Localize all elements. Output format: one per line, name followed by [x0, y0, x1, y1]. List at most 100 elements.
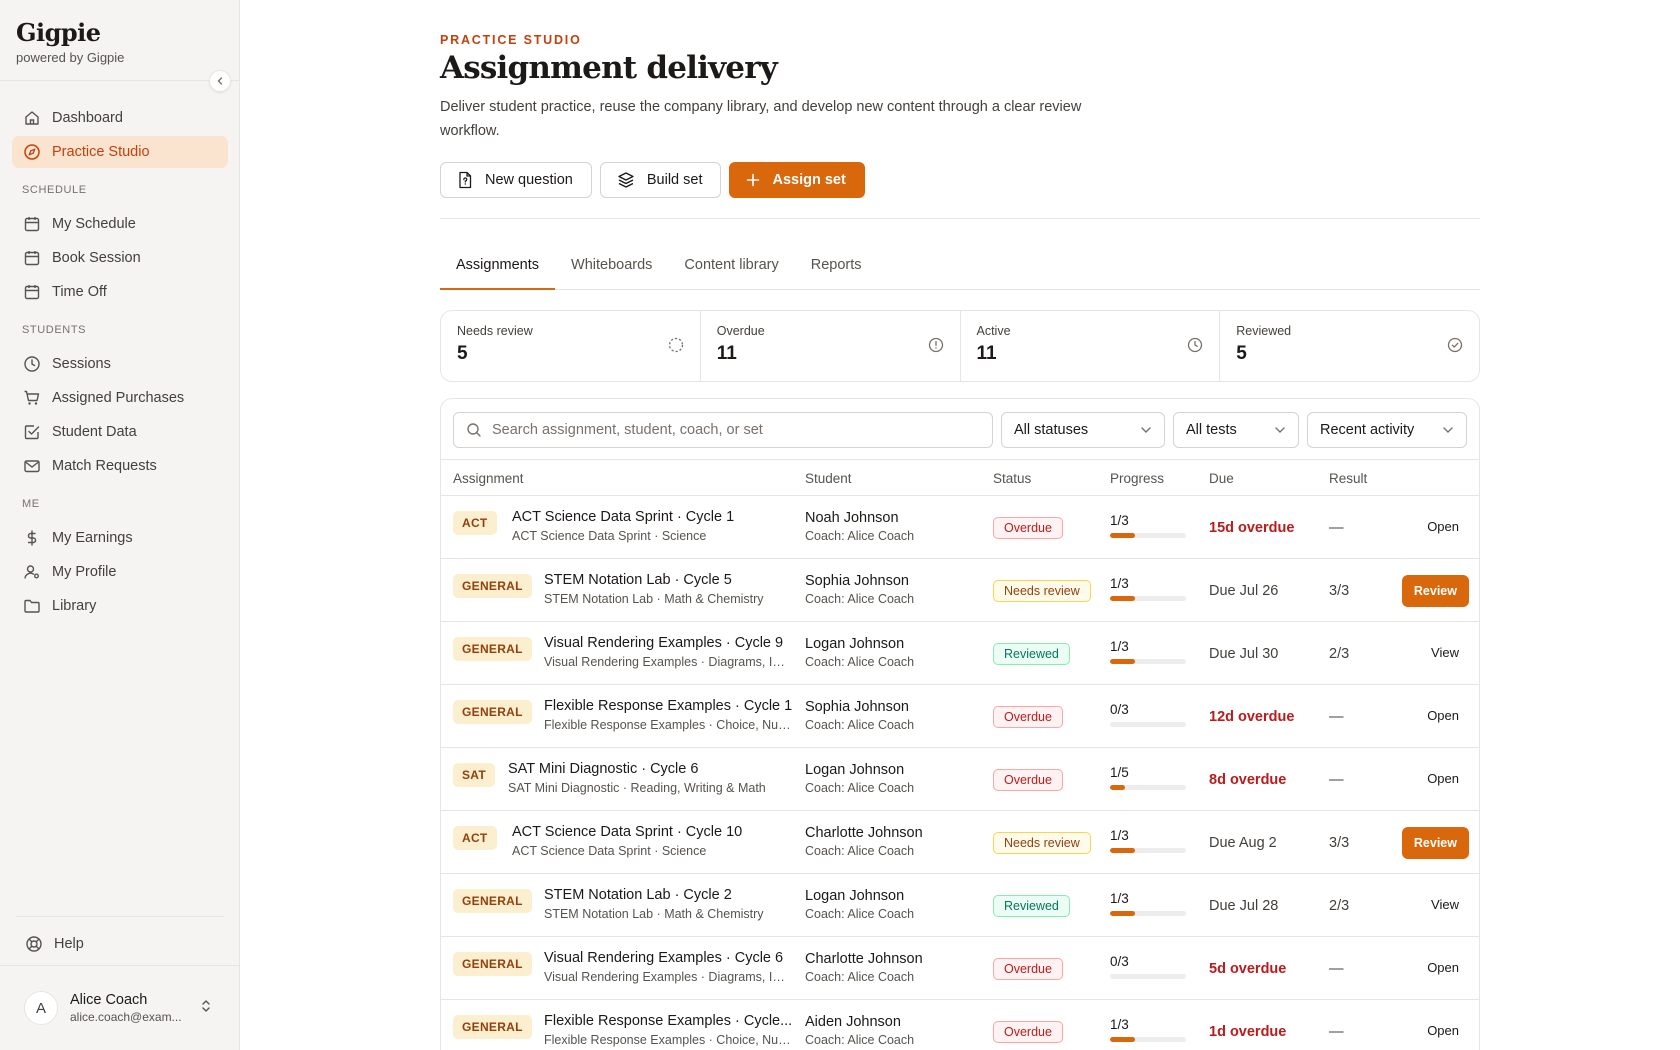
stat-reviewed[interactable]: Reviewed 5: [1220, 311, 1479, 381]
table-row[interactable]: ACT ACT Science Data Sprint · Cycle 10 A…: [441, 811, 1479, 874]
folder-icon: [22, 596, 42, 616]
plus-icon: [746, 173, 760, 187]
column-header-progress[interactable]: Progress: [1110, 471, 1164, 486]
collapse-sidebar-button[interactable]: [209, 70, 231, 92]
open-link[interactable]: Open: [1427, 708, 1459, 723]
table-row[interactable]: GENERAL Visual Rendering Examples · Cycl…: [441, 622, 1479, 685]
sidebar-item-sessions[interactable]: Sessions: [12, 348, 228, 380]
open-link[interactable]: Open: [1427, 771, 1459, 786]
compass-icon: [22, 142, 42, 162]
progress-text: 1/3: [1110, 891, 1129, 906]
sort-select[interactable]: Recent activity: [1307, 412, 1467, 448]
assignment-subtitle: ACT Science Data Sprint · Science: [512, 529, 707, 543]
assignment-cell[interactable]: STEM Notation Lab · Cycle 2 STEM Notatio…: [544, 887, 793, 921]
due-date: Due Jul 28: [1209, 898, 1279, 914]
sidebar-item-book-session[interactable]: Book Session: [12, 242, 228, 274]
assignment-cell[interactable]: SAT Mini Diagnostic · Cycle 6 SAT Mini D…: [508, 761, 793, 795]
table-row[interactable]: ACT ACT Science Data Sprint · Cycle 1 AC…: [441, 496, 1479, 559]
sidebar-item-assigned-purchases[interactable]: Assigned Purchases: [12, 382, 228, 414]
student-name: Logan Johnson: [805, 762, 905, 778]
open-link[interactable]: Open: [1427, 519, 1459, 534]
due-date: 12d overdue: [1209, 709, 1295, 725]
assignment-cell[interactable]: Flexible Response Examples · Cycle... Fl…: [544, 1013, 793, 1047]
stat-value: 5: [457, 343, 468, 364]
sidebar-item-my-schedule[interactable]: My Schedule: [12, 208, 228, 240]
assignment-cell[interactable]: ACT Science Data Sprint · Cycle 10 ACT S…: [512, 824, 793, 858]
chevron-left-icon: [217, 77, 223, 85]
search-input[interactable]: [492, 422, 972, 438]
column-header-result[interactable]: Result: [1329, 471, 1367, 486]
table-row[interactable]: SAT SAT Mini Diagnostic · Cycle 6 SAT Mi…: [441, 748, 1479, 811]
table-row[interactable]: GENERAL STEM Notation Lab · Cycle 5 STEM…: [441, 559, 1479, 622]
table-row[interactable]: GENERAL Visual Rendering Examples · Cycl…: [441, 937, 1479, 1000]
sidebar-nav: Dashboard Practice Studio SCHEDULE My Sc…: [12, 102, 228, 624]
sidebar: Gigpie powered by Gigpie Dashboard Pract…: [0, 0, 240, 1050]
view-link[interactable]: View: [1431, 645, 1459, 660]
column-header-status[interactable]: Status: [993, 471, 1031, 486]
tests-filter-select[interactable]: All tests: [1173, 412, 1299, 448]
tab-whiteboards[interactable]: Whiteboards: [555, 246, 668, 290]
table-row[interactable]: GENERAL STEM Notation Lab · Cycle 2 STEM…: [441, 874, 1479, 937]
stat-needs-review[interactable]: Needs review 5: [441, 311, 701, 381]
status-badge: Overdue: [993, 769, 1063, 791]
clock-icon: [1187, 337, 1203, 358]
open-link[interactable]: Open: [1427, 1023, 1459, 1038]
tab-reports[interactable]: Reports: [795, 246, 878, 290]
assignment-title: Flexible Response Examples · Cycle 1: [544, 698, 793, 714]
open-link[interactable]: Open: [1427, 960, 1459, 975]
search-box[interactable]: [453, 412, 993, 448]
action-bar: New question Build set Assign set: [440, 162, 873, 198]
sidebar-item-my-earnings[interactable]: My Earnings: [12, 522, 228, 554]
table-row[interactable]: GENERAL Flexible Response Examples · Cyc…: [441, 685, 1479, 748]
result-score: 2/3: [1329, 898, 1350, 914]
assignment-cell[interactable]: Visual Rendering Examples · Cycle 6 Visu…: [544, 950, 793, 984]
assignment-cell[interactable]: Visual Rendering Examples · Cycle 9 Visu…: [544, 635, 793, 669]
assignment-subtitle: ACT Science Data Sprint · Science: [512, 844, 707, 858]
view-link[interactable]: View: [1431, 897, 1459, 912]
sidebar-item-match-requests[interactable]: Match Requests: [12, 450, 228, 482]
assign-set-button[interactable]: Assign set: [729, 162, 865, 198]
chevron-down-icon: [1140, 422, 1152, 438]
calendar-icon: [22, 248, 42, 268]
review-button[interactable]: Review: [1401, 827, 1469, 859]
sidebar-item-practice-studio[interactable]: Practice Studio: [12, 136, 228, 168]
column-header-due[interactable]: Due: [1209, 471, 1234, 486]
stat-overdue[interactable]: Overdue 11: [701, 311, 961, 381]
tab-assignments[interactable]: Assignments: [440, 246, 556, 290]
build-set-button[interactable]: Build set: [599, 162, 722, 198]
user-info: Alice Coach alice.coach@exam...: [70, 992, 190, 1024]
assignment-cell[interactable]: Flexible Response Examples · Cycle 1 Fle…: [544, 698, 793, 732]
status-badge: Overdue: [993, 1021, 1063, 1043]
tab-content-library[interactable]: Content library: [668, 246, 794, 290]
table-row[interactable]: GENERAL Flexible Response Examples · Cyc…: [441, 1000, 1479, 1050]
column-header-student[interactable]: Student: [805, 471, 852, 486]
progress-fill: [1110, 785, 1126, 790]
divider: [440, 218, 1480, 219]
sidebar-item-time-off[interactable]: Time Off: [12, 276, 228, 308]
status-filter-select[interactable]: All statuses: [1001, 412, 1165, 448]
select-value: Recent activity: [1320, 422, 1415, 438]
progress-bar: [1110, 659, 1186, 664]
assignment-subtitle: Visual Rendering Examples · Diagrams, Im…: [544, 655, 793, 669]
user-menu[interactable]: A Alice Coach alice.coach@exam...: [24, 990, 224, 1026]
sidebar-item-my-profile[interactable]: My Profile: [12, 556, 228, 588]
result-score: —: [1329, 961, 1344, 977]
progress-cell: 1/3: [1110, 1017, 1186, 1042]
assignment-cell[interactable]: STEM Notation Lab · Cycle 5 STEM Notatio…: [544, 572, 793, 606]
column-header-assignment[interactable]: Assignment: [453, 471, 524, 486]
brand-name: Gigpie: [16, 18, 101, 47]
new-question-button[interactable]: New question: [440, 162, 592, 198]
stat-active[interactable]: Active 11: [961, 311, 1221, 381]
sidebar-item-library[interactable]: Library: [12, 590, 228, 622]
sidebar-item-student-data[interactable]: Student Data: [12, 416, 228, 448]
student-name: Noah Johnson: [805, 510, 899, 526]
brand-tagline: powered by Gigpie: [16, 50, 125, 65]
test-type-badge: GENERAL: [453, 1015, 532, 1039]
assignment-cell[interactable]: ACT Science Data Sprint · Cycle 1 ACT Sc…: [512, 509, 793, 543]
due-date: 1d overdue: [1209, 1024, 1287, 1040]
sidebar-item-help[interactable]: Help: [16, 928, 224, 960]
sidebar-item-dashboard[interactable]: Dashboard: [12, 102, 228, 134]
review-button[interactable]: Review: [1401, 575, 1469, 607]
progress-fill: [1110, 848, 1136, 853]
calendar-icon: [22, 214, 42, 234]
